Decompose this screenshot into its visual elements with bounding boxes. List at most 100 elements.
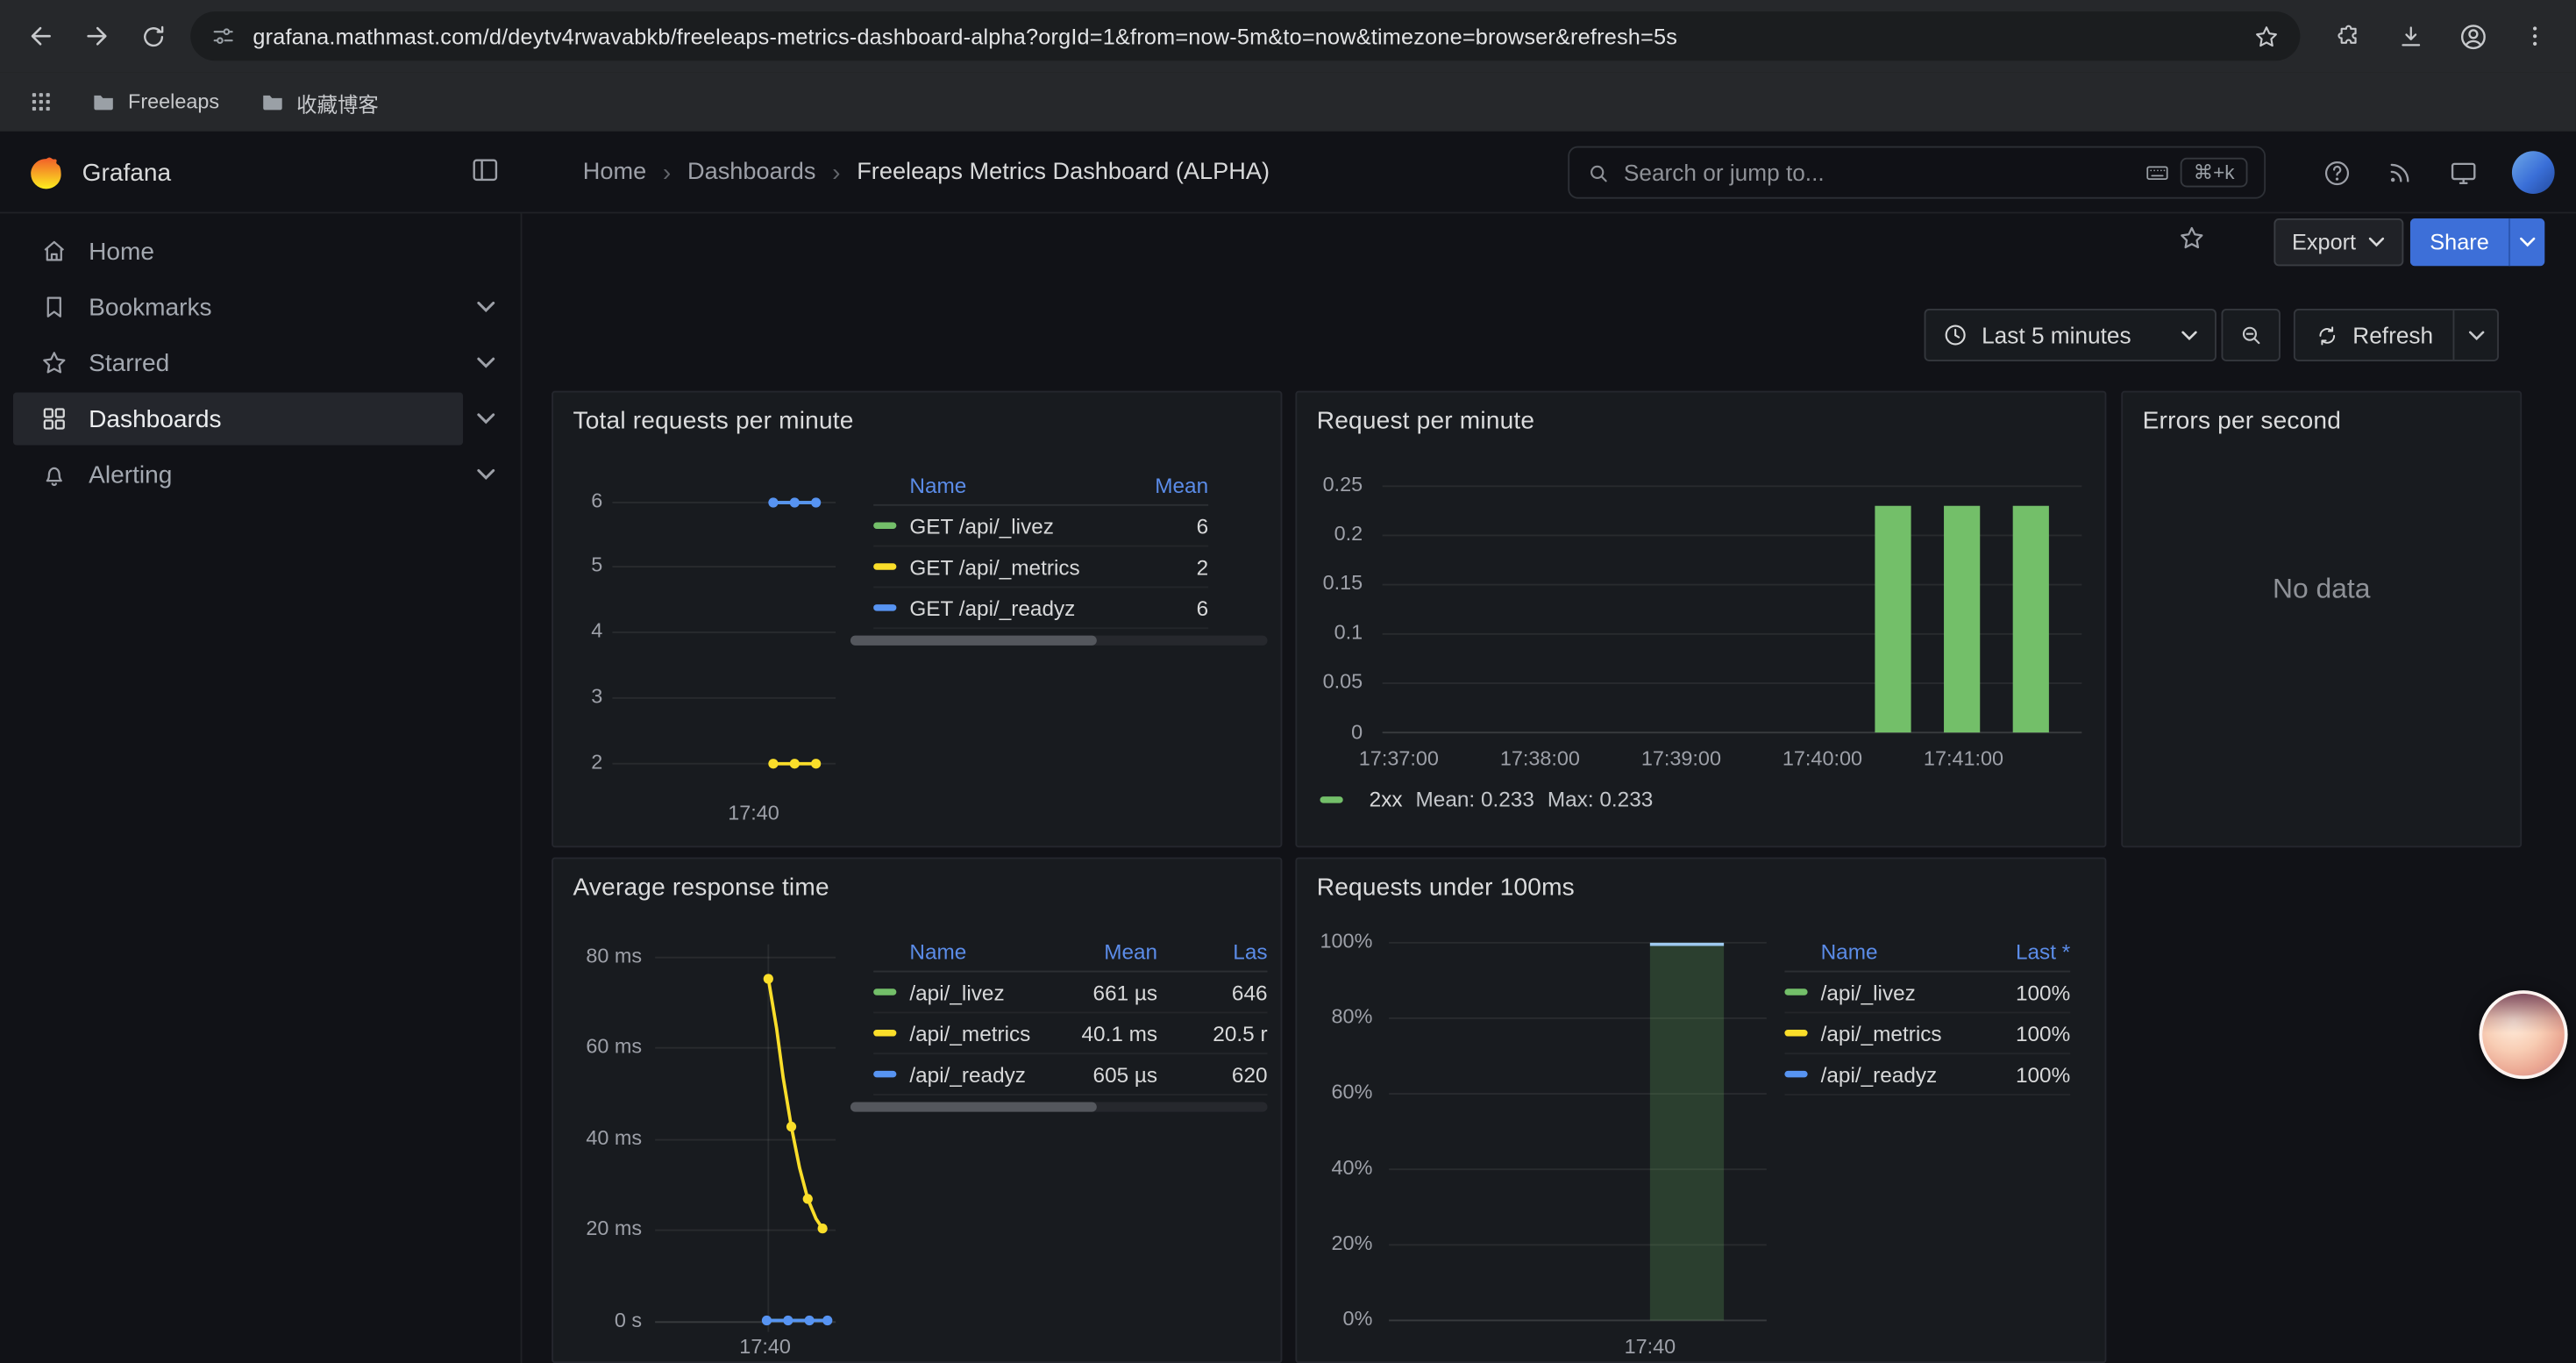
- keyboard-icon: [2144, 160, 2170, 186]
- x-tick: 17:41:00: [1906, 747, 2021, 770]
- column-header-mean[interactable]: Mean: [1050, 938, 1158, 963]
- refresh-button-group: Refresh: [2294, 309, 2499, 361]
- breadcrumb-separator: ›: [832, 159, 840, 187]
- legend-series-name[interactable]: 2xx: [1370, 787, 1403, 811]
- extensions-icon[interactable]: [2320, 8, 2376, 64]
- series-last: 100%: [1978, 980, 2070, 1004]
- panel-title[interactable]: Requests under 100ms: [1297, 859, 2104, 915]
- user-avatar[interactable]: [2512, 151, 2555, 194]
- home-icon: [39, 237, 69, 267]
- panel-requests-under-100ms: Requests under 100ms 100% 80% 60% 40% 20…: [1295, 857, 2106, 1363]
- reload-icon[interactable]: [125, 8, 181, 64]
- refresh-button[interactable]: Refresh: [2295, 310, 2453, 360]
- search-input[interactable]: Search or jump to... ⌘+k: [1568, 146, 2266, 199]
- sidebar-item-home[interactable]: Home: [0, 224, 521, 280]
- panel-errors-per-second: Errors per second No data: [2121, 391, 2522, 848]
- sidebar-toggle-icon[interactable]: [470, 154, 502, 186]
- y-tick: 3: [560, 685, 603, 708]
- sidebar-item-dashboards[interactable]: Dashboards: [0, 391, 521, 447]
- legend-row: /api/_metrics 40.1 ms 20.5 r: [873, 1013, 1267, 1054]
- breadcrumb-separator: ›: [663, 159, 671, 187]
- export-button[interactable]: Export: [2274, 218, 2403, 266]
- bookmark-folder-blogs[interactable]: 收藏博客: [244, 80, 393, 125]
- share-button[interactable]: Share: [2410, 218, 2508, 266]
- help-icon[interactable]: [2322, 157, 2353, 189]
- sidebar-item-alerting[interactable]: Alerting: [0, 446, 521, 503]
- breadcrumb-dashboards[interactable]: Dashboards: [687, 160, 815, 186]
- y-tick: 6: [560, 489, 603, 512]
- column-header-mean[interactable]: Mean: [1085, 472, 1208, 496]
- sidebar-item-starred[interactable]: Starred: [0, 335, 521, 391]
- forward-icon[interactable]: [69, 8, 125, 64]
- apps-grid-icon[interactable]: [17, 79, 66, 125]
- column-header-name[interactable]: Name: [909, 472, 1085, 496]
- scrollbar-thumb[interactable]: [850, 636, 1097, 646]
- series-name[interactable]: GET /api/_readyz: [909, 596, 1085, 620]
- bookmark-folder-freeleaps[interactable]: Freeleaps: [75, 82, 234, 122]
- series-color-dash: [873, 1030, 896, 1036]
- series-name[interactable]: GET /api/_metrics: [909, 554, 1085, 579]
- y-tick: 0.25: [1307, 473, 1363, 496]
- floating-assistant-avatar[interactable]: [2479, 990, 2567, 1079]
- grafana-header: Grafana Home › Dashboards › Freeleaps Me…: [0, 132, 2576, 214]
- series-name[interactable]: /api/_readyz: [909, 1062, 1049, 1087]
- series-name[interactable]: /api/_livez: [909, 980, 1049, 1004]
- chevron-down-icon[interactable]: [476, 468, 495, 482]
- bell-icon: [39, 460, 69, 489]
- series-mean: 661 µs: [1050, 980, 1158, 1004]
- profile-icon[interactable]: [2444, 8, 2501, 64]
- omnibox[interactable]: grafana.mathmast.com/d/deytv4rwavabkb/fr…: [190, 11, 2300, 61]
- series-name[interactable]: /api/_readyz: [1821, 1062, 1979, 1087]
- column-header-name[interactable]: Name: [909, 938, 1049, 963]
- zoom-out-button[interactable]: [2221, 309, 2280, 361]
- legend-max: Max: 0.233: [1548, 787, 1653, 811]
- column-header-name[interactable]: Name: [1821, 938, 1979, 963]
- column-header-last[interactable]: Las: [1178, 938, 1268, 963]
- series-name[interactable]: /api/_metrics: [1821, 1021, 1979, 1045]
- browser-menu-icon[interactable]: [2507, 8, 2563, 64]
- star-icon: [39, 348, 69, 378]
- table-horizontal-scrollbar[interactable]: [850, 1102, 1268, 1111]
- legend-row: /api/_metrics 100%: [1784, 1013, 2070, 1054]
- panel-title[interactable]: Total requests per minute: [553, 393, 1281, 449]
- chevron-down-icon[interactable]: [476, 412, 495, 425]
- browser-actions: [2320, 8, 2563, 64]
- time-range-picker[interactable]: Last 5 minutes: [1925, 309, 2217, 361]
- sidebar-item-label: Alerting: [89, 460, 172, 489]
- sidebar-item-bookmarks[interactable]: Bookmarks: [0, 279, 521, 335]
- downloads-icon[interactable]: [2382, 8, 2438, 64]
- table-horizontal-scrollbar[interactable]: [850, 636, 1268, 646]
- chevron-down-icon: [2181, 329, 2199, 340]
- bookmark-star-icon[interactable]: [2252, 22, 2281, 50]
- scrollbar-thumb[interactable]: [850, 1102, 1097, 1111]
- back-icon[interactable]: [13, 8, 69, 64]
- site-settings-icon[interactable]: [210, 23, 237, 49]
- series-name[interactable]: /api/_metrics: [909, 1021, 1049, 1045]
- request-per-minute-chart: [1297, 393, 2106, 848]
- panel-title[interactable]: Average response time: [553, 859, 1281, 915]
- series-name[interactable]: GET /api/_livez: [909, 513, 1085, 538]
- chevron-down-icon[interactable]: [476, 356, 495, 369]
- chevron-down-icon[interactable]: [476, 301, 495, 314]
- panel-title[interactable]: Errors per second: [2123, 393, 2520, 449]
- series-color-dash: [873, 563, 896, 569]
- series-color-dash: [873, 604, 896, 610]
- panel-title[interactable]: Request per minute: [1297, 393, 2104, 449]
- breadcrumb-home[interactable]: Home: [583, 160, 646, 186]
- x-tick: 17:39:00: [1624, 747, 1739, 770]
- grafana-app: Grafana Home › Dashboards › Freeleaps Me…: [0, 132, 2576, 1363]
- column-header-last[interactable]: Last *: [1978, 938, 2070, 963]
- monitor-icon[interactable]: [2448, 157, 2480, 189]
- series-mean: 6: [1085, 596, 1208, 620]
- share-dropdown-button[interactable]: [2508, 218, 2544, 266]
- breadcrumb: Home › Dashboards › Freeleaps Metrics Da…: [583, 132, 1270, 214]
- refresh-interval-dropdown[interactable]: [2453, 310, 2498, 360]
- y-tick: 80%: [1300, 1005, 1372, 1028]
- series-name[interactable]: /api/_livez: [1821, 980, 1979, 1004]
- series-color-dash: [873, 522, 896, 528]
- news-rss-icon[interactable]: [2386, 158, 2416, 188]
- favorite-star-icon[interactable]: [2177, 224, 2207, 253]
- url-text[interactable]: grafana.mathmast.com/d/deytv4rwavabkb/fr…: [253, 24, 2252, 48]
- grafana-brand[interactable]: Grafana: [26, 132, 171, 214]
- bookmark-label: Freeleaps: [128, 90, 219, 113]
